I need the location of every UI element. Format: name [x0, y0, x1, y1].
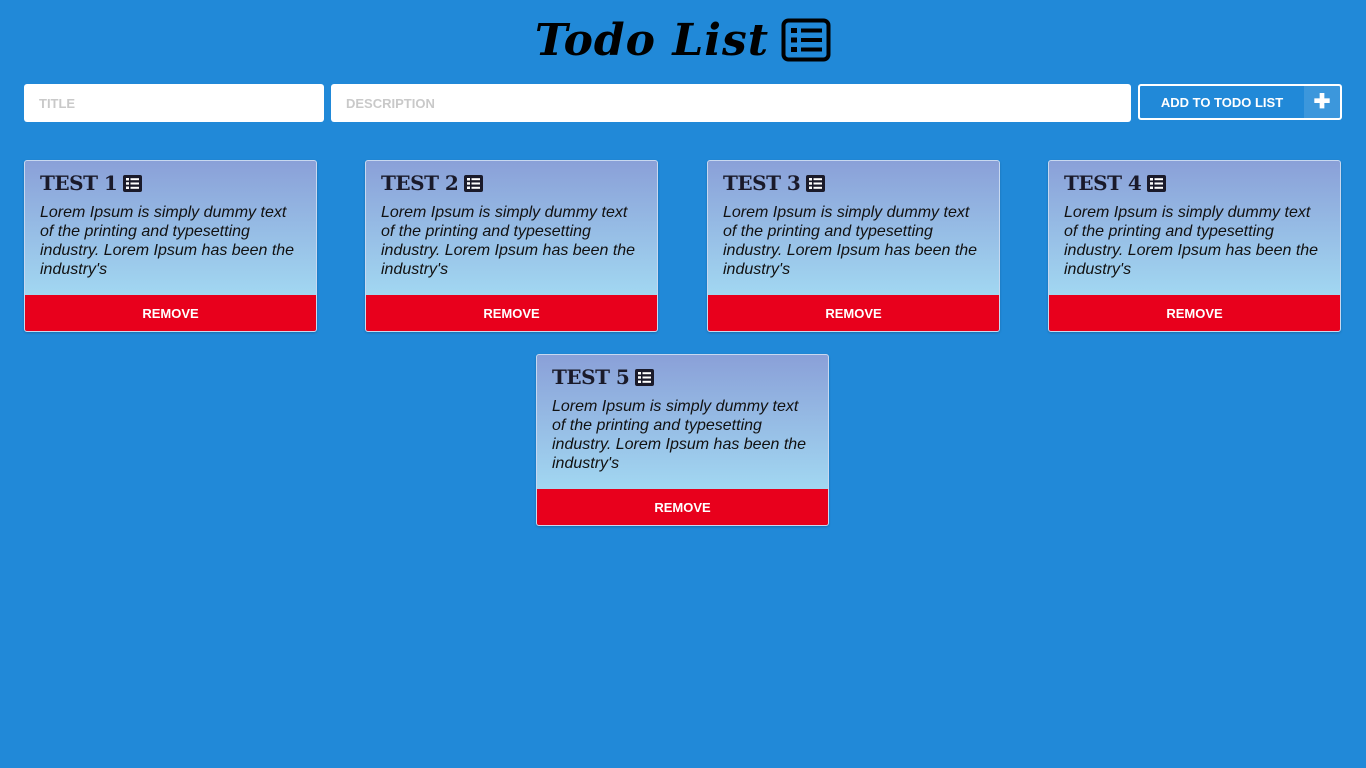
title-input[interactable]	[24, 84, 324, 122]
todo-card-body: TEST 5 Lorem Ipsum is simply dummy text …	[537, 355, 828, 489]
todo-title-row: TEST 1	[40, 171, 302, 195]
todo-description: Lorem Ipsum is simply dummy text of the …	[40, 204, 295, 278]
list-alt-icon	[123, 174, 143, 192]
todo-card: TEST 5 Lorem Ipsum is simply dummy text …	[536, 354, 829, 526]
todo-title: TEST 4	[1064, 171, 1142, 195]
todo-title: TEST 5	[552, 365, 630, 389]
page-title: Todo List	[534, 14, 770, 66]
add-to-todo-list-button[interactable]: ADD TO TODO LIST ✚	[1138, 84, 1342, 120]
plus-icon: ✚	[1304, 86, 1340, 118]
todo-card-body: TEST 2 Lorem Ipsum is simply dummy text …	[366, 161, 657, 295]
remove-button[interactable]: REMOVE	[366, 295, 657, 331]
list-alt-icon	[806, 174, 826, 192]
add-button-label: ADD TO TODO LIST	[1160, 94, 1284, 110]
todo-description: Lorem Ipsum is simply dummy text of the …	[552, 398, 807, 472]
todo-card: TEST 1 Lorem Ipsum is simply dummy text …	[24, 160, 317, 332]
remove-button[interactable]: REMOVE	[708, 295, 999, 331]
todo-card-body: TEST 3 Lorem Ipsum is simply dummy text …	[708, 161, 999, 295]
remove-button[interactable]: REMOVE	[537, 489, 828, 525]
todo-description: Lorem Ipsum is simply dummy text of the …	[1064, 204, 1319, 278]
description-input[interactable]	[331, 84, 1131, 122]
todo-title-row: TEST 2	[381, 171, 643, 195]
list-alt-icon	[781, 18, 831, 62]
todo-title: TEST 3	[723, 171, 801, 195]
todo-title: TEST 2	[381, 171, 459, 195]
header: Todo List	[0, 12, 1366, 68]
todo-card: TEST 2 Lorem Ipsum is simply dummy text …	[365, 160, 658, 332]
todo-title-row: TEST 4	[1064, 171, 1326, 195]
list-alt-icon	[1147, 174, 1167, 192]
remove-button[interactable]: REMOVE	[25, 295, 316, 331]
todo-card: TEST 4 Lorem Ipsum is simply dummy text …	[1048, 160, 1341, 332]
todo-card: TEST 3 Lorem Ipsum is simply dummy text …	[707, 160, 1000, 332]
todo-title: TEST 1	[40, 171, 118, 195]
list-alt-icon	[464, 174, 484, 192]
todo-card-body: TEST 4 Lorem Ipsum is simply dummy text …	[1049, 161, 1340, 295]
todo-card-body: TEST 1 Lorem Ipsum is simply dummy text …	[25, 161, 316, 295]
todo-description: Lorem Ipsum is simply dummy text of the …	[381, 204, 636, 278]
todo-title-row: TEST 3	[723, 171, 985, 195]
todo-title-row: TEST 5	[552, 365, 814, 389]
todo-description: Lorem Ipsum is simply dummy text of the …	[723, 204, 978, 278]
remove-button[interactable]: REMOVE	[1049, 295, 1340, 331]
list-alt-icon	[635, 368, 655, 386]
